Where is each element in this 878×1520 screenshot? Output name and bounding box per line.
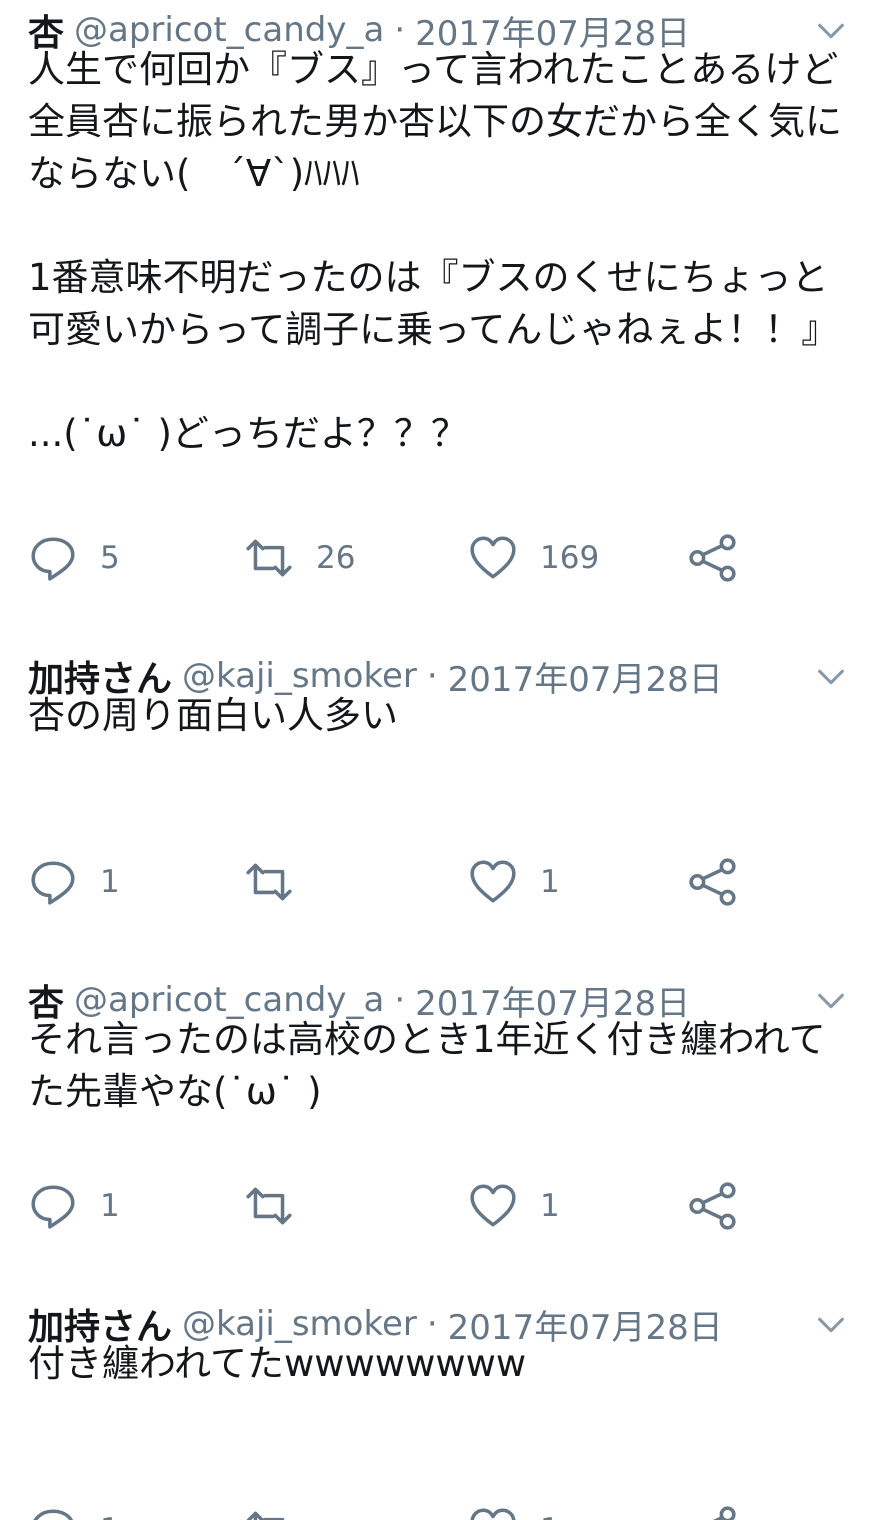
chevron-down-icon[interactable]	[814, 1308, 848, 1342]
heart-icon	[470, 1184, 516, 1227]
share-icon	[689, 858, 736, 906]
retweet-button[interactable]: 26	[244, 528, 355, 588]
reply-count: 5	[100, 540, 120, 576]
retweet-icon	[246, 1511, 285, 1520]
like-count: 169	[540, 540, 600, 576]
share-button[interactable]	[688, 1500, 738, 1520]
tweet[interactable]: 杏 @apricot_candy_a · 2017年07月28日 人生で何回か『…	[0, 0, 878, 600]
tweet-text: それ言ったのは高校のとき1年近く付き纏われてた先輩やな(˙ω˙ )	[28, 1018, 826, 1113]
like-count: 1	[540, 1512, 560, 1520]
like-button[interactable]: 169	[468, 528, 599, 588]
reply-button[interactable]: 1	[28, 1500, 120, 1520]
like-count: 1	[540, 1188, 560, 1224]
chevron-down-icon[interactable]	[814, 984, 848, 1018]
tweet[interactable]: 加持さん @kaji_smoker · 2017年07月28日 付き纏われてたw…	[0, 1294, 878, 1520]
tweet[interactable]: 加持さん @kaji_smoker · 2017年07月28日 杏の周り面白い人…	[0, 646, 878, 926]
tweet-actions: 5 26 169	[0, 528, 878, 588]
share-button[interactable]	[688, 528, 738, 588]
like-button[interactable]: 1	[468, 852, 560, 912]
reply-button[interactable]: 1	[28, 852, 120, 912]
share-icon	[689, 534, 736, 582]
reply-icon	[31, 1185, 75, 1229]
share-icon	[712, 1506, 736, 1520]
tweet-actions: 1 1	[0, 852, 878, 912]
like-count: 1	[540, 864, 560, 900]
tweet-text: 付き纏われてたwwwwwwww	[28, 1342, 527, 1385]
chevron-down-icon[interactable]	[814, 14, 848, 48]
tweet[interactable]: 杏 @apricot_candy_a · 2017年07月28日 それ言ったのは…	[0, 970, 878, 1250]
tweet-actions: 1 1	[0, 1176, 878, 1236]
reply-count: 1	[100, 1512, 120, 1520]
retweet-button[interactable]	[244, 1176, 316, 1236]
heart-icon	[470, 1508, 516, 1520]
share-icon	[689, 1182, 736, 1230]
chevron-down-icon[interactable]	[814, 660, 848, 694]
tweet-text: 杏の周り面白い人多い	[28, 694, 398, 737]
share-button[interactable]	[688, 1176, 738, 1236]
reply-icon	[33, 1509, 73, 1520]
retweet-icon	[246, 1187, 292, 1225]
retweet-icon	[246, 863, 292, 901]
reply-icon	[31, 861, 75, 905]
retweet-button[interactable]	[244, 1500, 316, 1520]
reply-button[interactable]: 1	[28, 1176, 120, 1236]
like-button[interactable]: 1	[468, 1500, 560, 1520]
heart-icon	[470, 860, 516, 903]
reply-button[interactable]: 5	[28, 528, 120, 588]
tweet-actions: 1 1	[0, 1500, 878, 1520]
reply-count: 1	[100, 864, 120, 900]
retweet-button[interactable]	[244, 852, 316, 912]
like-button[interactable]: 1	[468, 1176, 560, 1236]
heart-icon	[470, 536, 516, 579]
tweet-text: 人生で何回か『ブス』って言われたことあるけど全員杏に振られた男か杏以下の女だから…	[28, 48, 842, 455]
reply-count: 1	[100, 1188, 120, 1224]
retweet-icon	[246, 539, 292, 577]
share-button[interactable]	[688, 852, 738, 912]
reply-icon	[31, 537, 75, 581]
retweet-count: 26	[316, 540, 356, 576]
